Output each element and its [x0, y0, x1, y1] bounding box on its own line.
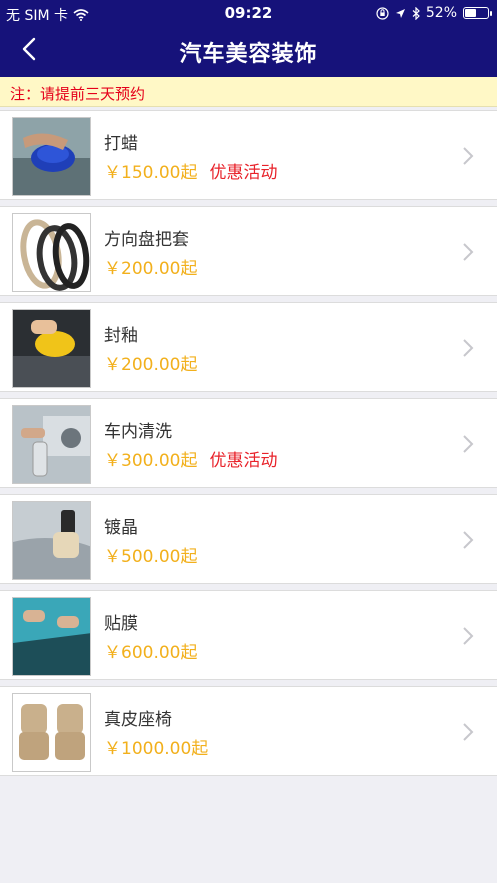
orientation-lock-icon	[376, 6, 389, 20]
service-name: 打蜡	[104, 134, 138, 154]
battery-percent: 52%	[425, 5, 457, 21]
service-thumbnail	[12, 693, 91, 772]
service-price: ￥600.00起	[104, 643, 198, 663]
booking-notice: 注：请提前三天预约	[0, 77, 497, 107]
page-title: 汽车美容装饰	[179, 42, 318, 67]
chevron-right-icon	[463, 531, 474, 549]
list-item[interactable]: 车内清洗 ￥300.00起 优惠活动	[0, 398, 497, 488]
chevron-right-icon	[463, 627, 474, 645]
bluetooth-icon	[412, 6, 420, 20]
service-price: ￥200.00起	[104, 355, 198, 375]
service-name: 贴膜	[104, 614, 138, 634]
service-name: 镀晶	[104, 518, 138, 538]
header: 无 SIM 卡 09:22 52% 汽车美容装饰	[0, 0, 497, 77]
service-price: ￥300.00起	[104, 451, 198, 471]
list-item[interactable]: 封釉 ￥200.00起	[0, 302, 497, 392]
chevron-right-icon	[463, 435, 474, 453]
service-price: ￥200.00起	[104, 259, 198, 279]
list-item[interactable]: 真皮座椅 ￥1000.00起	[0, 686, 497, 776]
service-name: 封釉	[104, 326, 138, 346]
service-thumbnail	[12, 597, 91, 676]
chevron-right-icon	[463, 243, 474, 261]
promo-badge: 优惠活动	[209, 163, 278, 183]
list-item[interactable]: 镀晶 ￥500.00起	[0, 494, 497, 584]
service-name: 方向盘把套	[104, 230, 189, 250]
list-item[interactable]: 打蜡 ￥150.00起 优惠活动	[0, 110, 497, 200]
chevron-right-icon	[463, 723, 474, 741]
promo-badge: 优惠活动	[209, 451, 278, 471]
service-thumbnail	[12, 213, 91, 292]
service-thumbnail	[12, 117, 91, 196]
service-name: 真皮座椅	[104, 710, 172, 730]
chevron-right-icon	[463, 339, 474, 357]
list-item[interactable]: 贴膜 ￥600.00起	[0, 590, 497, 680]
battery-icon	[463, 7, 492, 19]
service-price: ￥1000.00起	[104, 739, 209, 759]
service-name: 车内清洗	[104, 422, 172, 442]
list-item[interactable]: 方向盘把套 ￥200.00起	[0, 206, 497, 296]
service-thumbnail	[12, 501, 91, 580]
service-thumbnail	[12, 405, 91, 484]
chevron-right-icon	[463, 147, 474, 165]
status-bar: 无 SIM 卡 09:22 52%	[0, 0, 497, 26]
location-icon	[395, 8, 405, 18]
service-price: ￥150.00起	[104, 163, 198, 183]
service-thumbnail	[12, 309, 91, 388]
service-price: ￥500.00起	[104, 547, 198, 567]
battery-level	[465, 9, 477, 17]
